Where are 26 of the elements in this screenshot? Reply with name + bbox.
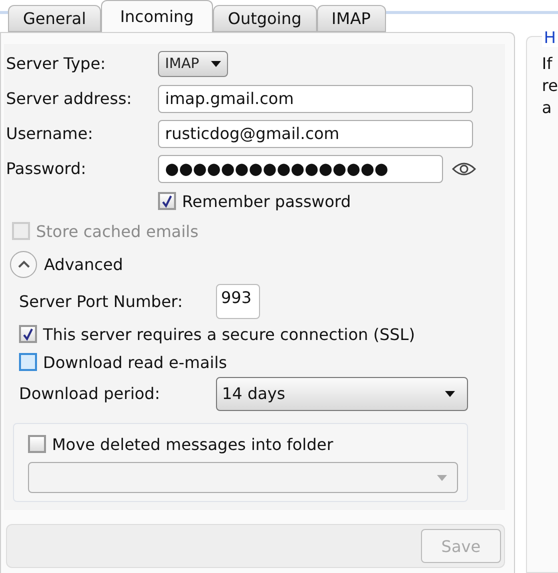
checkbox-label: Remember password	[182, 192, 351, 210]
tab[interactable]: General	[8, 5, 102, 32]
field-label: Download period:	[19, 384, 161, 403]
field-label: Password:	[6, 159, 88, 178]
help-text: re	[542, 75, 558, 97]
section-label: Advanced	[44, 254, 124, 274]
checkbox-label: Download read e-mails	[43, 352, 227, 372]
tab[interactable]: Incoming	[101, 0, 213, 32]
help-text: a	[542, 97, 553, 119]
checkbox-label: Move deleted messages into folder	[52, 434, 334, 454]
period-select[interactable]: 14 days	[216, 376, 468, 410]
server-type-select[interactable]: IMAP	[158, 50, 228, 76]
tab[interactable]: Outgoing	[212, 5, 317, 32]
input-field[interactable]: imap.gmail.com	[158, 84, 473, 112]
password-field[interactable]: ●●●●●●●●●●●●●●●●	[158, 154, 443, 182]
field-label: Server Port Number:	[19, 292, 184, 310]
field-label: Username:	[6, 124, 94, 143]
help-text: If	[542, 53, 554, 75]
input-field[interactable]: rusticdog@gmail.com	[158, 120, 473, 148]
tab[interactable]: IMAP	[316, 5, 386, 32]
checkbox-label: Store cached emails	[36, 222, 198, 240]
field-label: Server address:	[6, 89, 133, 108]
port-field[interactable]: 993	[216, 284, 260, 318]
field-label: Server Type:	[6, 54, 107, 73]
help-heading: H	[542, 28, 558, 47]
checkbox-label: This server requires a secure connection (SSL)	[43, 324, 415, 344]
